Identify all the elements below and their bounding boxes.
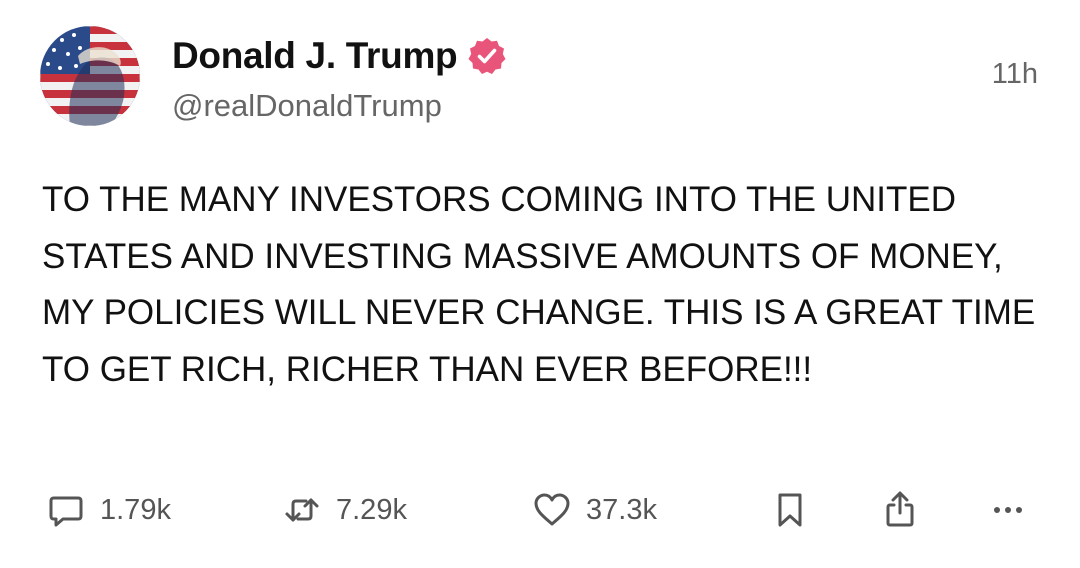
post-timestamp[interactable]: 11h — [992, 56, 1038, 92]
like-button[interactable]: 37.3k — [532, 482, 657, 538]
avatar[interactable] — [40, 26, 140, 126]
like-count: 37.3k — [586, 494, 657, 526]
repost-count: 7.29k — [336, 494, 407, 526]
repost-button[interactable]: 7.29k — [282, 482, 407, 538]
reply-button[interactable]: 1.79k — [46, 482, 171, 538]
author-display-name[interactable]: Donald J. Trump — [172, 34, 458, 78]
heart-icon — [532, 490, 572, 530]
more-icon — [988, 490, 1028, 530]
share-icon — [880, 490, 920, 530]
share-button[interactable] — [880, 482, 920, 538]
repost-icon — [282, 490, 322, 530]
post-card: Donald J. Trump @realDonaldTrump 11h TO … — [0, 0, 1080, 568]
bookmark-button[interactable] — [770, 482, 810, 538]
more-options-button[interactable] — [988, 482, 1028, 538]
bookmark-icon — [770, 490, 810, 530]
avatar-image — [40, 26, 140, 126]
author-name-row: Donald J. Trump — [172, 34, 507, 78]
reply-icon — [46, 490, 86, 530]
post-actions-bar: 1.79k 7.29k 37.3k — [0, 482, 1080, 538]
reply-count: 1.79k — [100, 494, 171, 526]
author-handle[interactable]: @realDonaldTrump — [172, 86, 442, 126]
verified-badge-icon — [467, 36, 507, 76]
post-text: TO THE MANY INVESTORS COMING INTO THE UN… — [42, 180, 1036, 389]
